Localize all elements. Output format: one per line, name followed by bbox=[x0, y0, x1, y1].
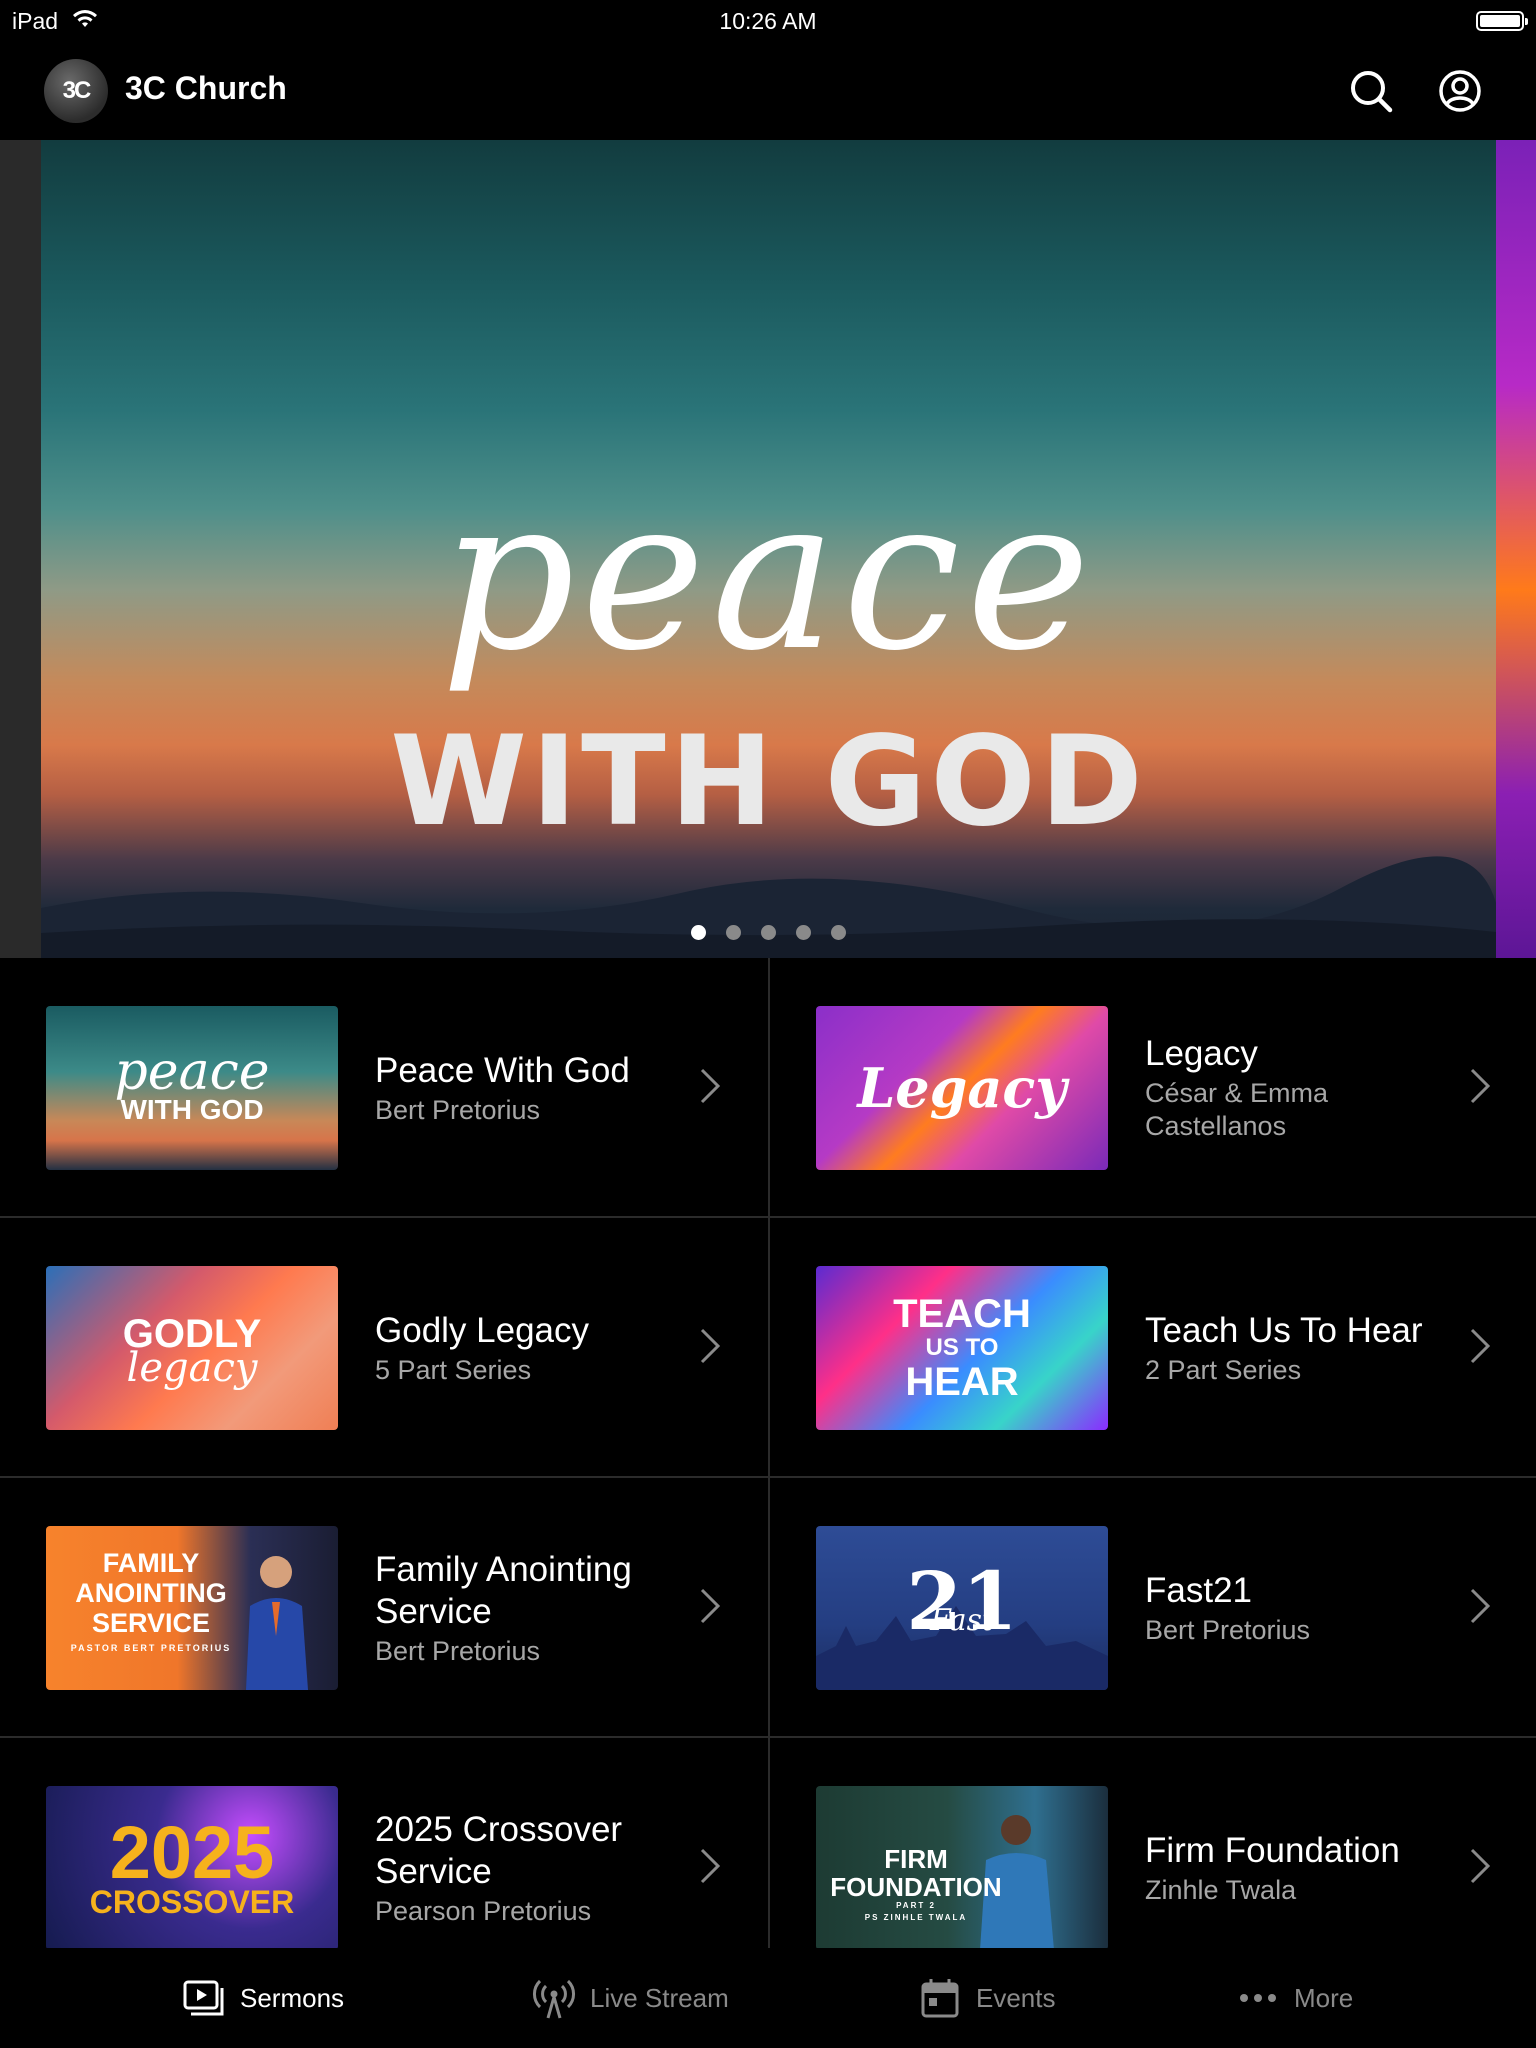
thumb-text: TEACH bbox=[893, 1292, 1031, 1336]
sermon-card[interactable]: 2025 CROSSOVER 2025 Crossover Service Pe… bbox=[0, 1738, 768, 1948]
sermon-title: 2025 Crossover Service bbox=[375, 1809, 623, 1891]
search-icon[interactable] bbox=[1348, 68, 1394, 114]
hero-script-title: peace bbox=[440, 452, 1097, 697]
thumb-text: SERVICE bbox=[91, 1608, 211, 1638]
sermon-subtitle: Pearson Pretorius bbox=[375, 1895, 592, 1926]
sermon-thumbnail: Legacy bbox=[816, 1006, 1108, 1170]
thumb-text: FAMILY bbox=[102, 1548, 200, 1578]
calendar-icon bbox=[921, 1979, 959, 2018]
sermon-subtitle: César & Emma Castellanos bbox=[1145, 1078, 1329, 1141]
thumb-text: FOUNDATION bbox=[830, 1872, 1002, 1902]
sermon-title: Peace With God bbox=[375, 1050, 630, 1090]
sermon-title: Godly Legacy bbox=[375, 1310, 590, 1350]
live-stream-icon bbox=[533, 1979, 575, 2019]
chevron-right-icon bbox=[1470, 1328, 1491, 1364]
sermon-subtitle: Bert Pretorius bbox=[375, 1094, 541, 1125]
tab-label: More bbox=[1294, 1982, 1354, 2013]
tab-bar: Sermons Live Stream Events More bbox=[0, 1948, 1536, 2048]
tab-label: Sermons bbox=[240, 1982, 345, 2013]
sermon-card[interactable]: GODLY legacy Godly Legacy 5 Part Series bbox=[0, 1218, 768, 1478]
chevron-right-icon bbox=[1470, 1068, 1491, 1104]
sermon-subtitle: 2 Part Series bbox=[1145, 1354, 1302, 1385]
sermon-title: Legacy bbox=[1145, 1034, 1258, 1073]
sermon-subtitle: 5 Part Series bbox=[375, 1354, 532, 1385]
chevron-right-icon bbox=[700, 1328, 721, 1364]
next-slide-peek[interactable] bbox=[1496, 140, 1536, 958]
sermon-card[interactable]: TEACH US TO HEAR Teach Us To Hear 2 Part… bbox=[770, 1218, 1536, 1478]
hero-bold-title: WITH GOD bbox=[390, 710, 1147, 854]
tab-label: Events bbox=[976, 1982, 1056, 2013]
grid-row: GODLY legacy Godly Legacy 5 Part Series … bbox=[0, 1218, 1536, 1478]
sermon-title: Fast21 bbox=[1145, 1570, 1252, 1610]
thumb-text: Legacy bbox=[857, 1056, 1067, 1120]
thumb-text: PS ZINHLE TWALA bbox=[864, 1913, 968, 1922]
thumb-text: CROSSOVER bbox=[89, 1884, 295, 1920]
thumb-text: peace bbox=[114, 1042, 270, 1102]
sermon-thumbnail: 2025 CROSSOVER bbox=[46, 1786, 338, 1948]
more-dots-icon bbox=[1240, 1994, 1276, 2002]
sermon-subtitle: Bert Pretorius bbox=[1145, 1614, 1311, 1645]
sermon-card[interactable]: peace WITH GOD Peace With God Bert Preto… bbox=[0, 958, 768, 1218]
sermon-card[interactable]: FIRM FOUNDATION PART 2 PS ZINHLE TWALA F… bbox=[770, 1738, 1536, 1948]
tab-live-stream[interactable]: Live Stream bbox=[532, 1948, 729, 2048]
sermon-thumbnail: GODLY legacy bbox=[46, 1266, 338, 1430]
sermon-grid: peace WITH GOD Peace With God Bert Preto… bbox=[0, 958, 1536, 1948]
tab-events[interactable]: Events bbox=[918, 1948, 1056, 2048]
church-logo[interactable]: 3C bbox=[44, 59, 108, 123]
page-dot[interactable] bbox=[830, 925, 846, 940]
sermon-thumbnail: TEACH US TO HEAR bbox=[816, 1266, 1108, 1430]
chevron-right-icon bbox=[700, 1848, 721, 1884]
sermon-card[interactable]: Legacy Legacy César & Emma Castellanos bbox=[770, 958, 1536, 1218]
tab-sermons[interactable]: Sermons bbox=[182, 1948, 344, 2048]
page-dot[interactable] bbox=[725, 925, 741, 940]
sermon-thumbnail: peace WITH GOD bbox=[46, 1006, 338, 1170]
account-icon[interactable] bbox=[1437, 68, 1483, 114]
speaker-figure bbox=[246, 1556, 308, 1690]
sermon-thumbnail: 21 Fast bbox=[816, 1526, 1108, 1690]
sermon-thumbnail: FIRM FOUNDATION PART 2 PS ZINHLE TWALA bbox=[816, 1786, 1108, 1948]
page-dot[interactable] bbox=[760, 925, 776, 940]
tab-more[interactable]: More bbox=[1236, 1948, 1353, 2048]
thumb-text: Fast bbox=[929, 1603, 995, 1638]
thumb-text: legacy bbox=[126, 1345, 258, 1391]
hills-silhouette bbox=[41, 856, 1496, 958]
sermon-title: Family Anointing Service bbox=[375, 1549, 632, 1631]
battery-icon bbox=[1476, 11, 1528, 31]
logo-text: 3C bbox=[62, 77, 92, 104]
app-header: 3C 3C Church bbox=[0, 40, 1536, 140]
hero-slide[interactable]: peace WITH GOD bbox=[41, 140, 1496, 958]
grid-row: 2025 CROSSOVER 2025 Crossover Service Pe… bbox=[0, 1738, 1536, 1948]
thumb-text: 2025 bbox=[109, 1811, 275, 1894]
chevron-right-icon bbox=[1470, 1588, 1491, 1624]
sermon-subtitle: Zinhle Twala bbox=[1145, 1874, 1297, 1905]
chevron-right-icon bbox=[700, 1588, 721, 1624]
thumb-text: PASTOR BERT PRETORIUS bbox=[70, 1643, 232, 1653]
chevron-right-icon bbox=[700, 1068, 721, 1104]
sermons-icon bbox=[183, 1980, 224, 2016]
carousel-page-indicator[interactable] bbox=[0, 925, 1536, 941]
sermon-card[interactable]: 21 Fast Fast21 Bert Pretorius bbox=[770, 1478, 1536, 1738]
chevron-right-icon bbox=[1470, 1848, 1491, 1884]
thumb-text: WITH GOD bbox=[120, 1094, 264, 1125]
sermon-thumbnail: FAMILY ANOINTING SERVICE PASTOR BERT PRE… bbox=[46, 1526, 338, 1690]
thumb-text: HEAR bbox=[905, 1360, 1019, 1404]
grid-row: peace WITH GOD Peace With God Bert Preto… bbox=[0, 958, 1536, 1218]
app-title: 3C Church bbox=[125, 70, 287, 106]
thumb-text: PART 2 bbox=[896, 1901, 936, 1910]
thumb-text: US TO bbox=[925, 1334, 999, 1361]
sermon-title: Teach Us To Hear bbox=[1145, 1310, 1423, 1350]
status-bar: iPad 10:26 AM bbox=[0, 0, 1536, 40]
previous-slide-peek[interactable] bbox=[0, 140, 41, 958]
grid-row: FAMILY ANOINTING SERVICE PASTOR BERT PRE… bbox=[0, 1478, 1536, 1738]
tab-label: Live Stream bbox=[590, 1982, 729, 2013]
thumb-text: ANOINTING bbox=[75, 1578, 227, 1608]
sermon-title: Firm Foundation bbox=[1145, 1830, 1400, 1870]
clock: 10:26 AM bbox=[719, 8, 817, 34]
sermon-card[interactable]: FAMILY ANOINTING SERVICE PASTOR BERT PRE… bbox=[0, 1478, 768, 1738]
hero-carousel[interactable]: peace WITH GOD bbox=[0, 140, 1536, 958]
page-dot[interactable] bbox=[690, 925, 706, 940]
thumb-text: FIRM bbox=[884, 1844, 948, 1874]
sermon-subtitle: Bert Pretorius bbox=[375, 1635, 541, 1666]
page-dot[interactable] bbox=[795, 925, 811, 940]
